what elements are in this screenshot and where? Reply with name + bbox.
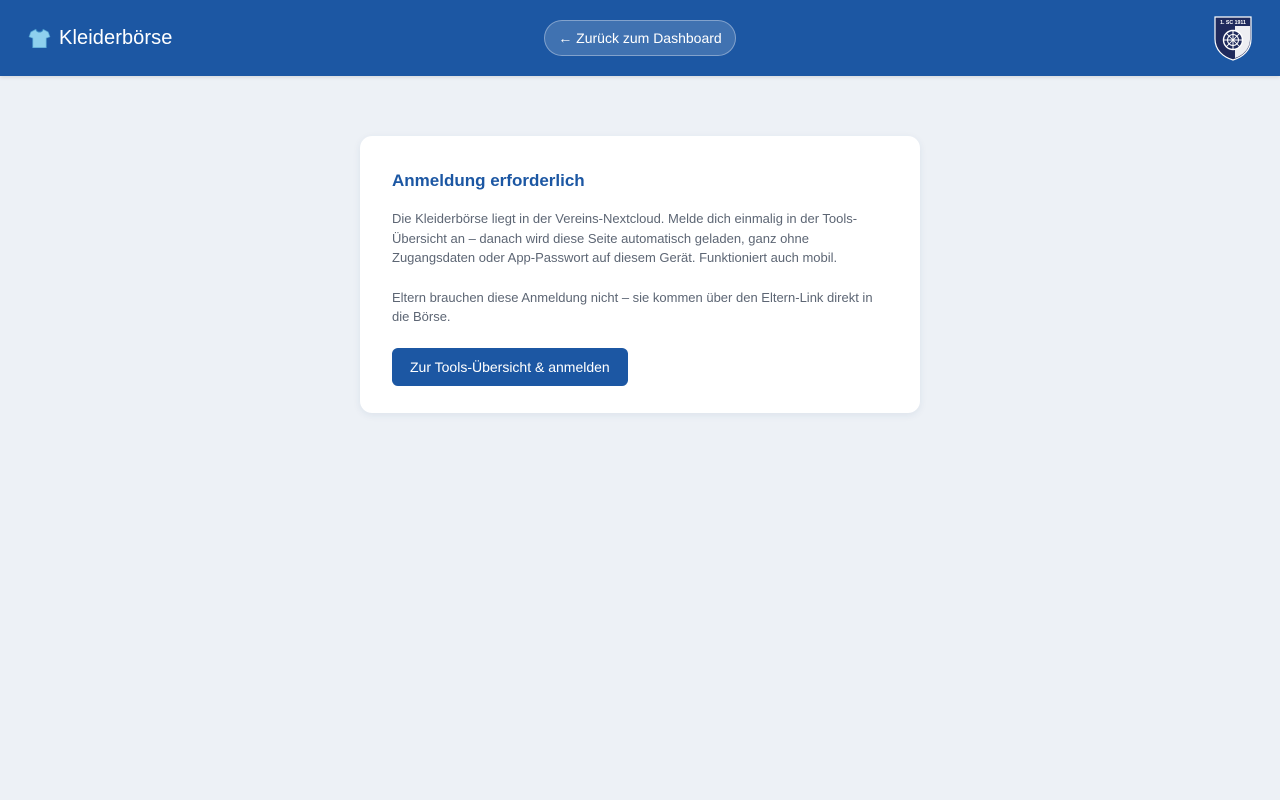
tools-overview-login-button[interactable]: Zur Tools-Übersicht & anmelden [392, 347, 628, 386]
top-bar: Kleiderbörse ← Zurück zum Dashboard 1. S… [0, 0, 1280, 76]
login-explanation-text: Die Kleiderbörse liegt in der Vereins-Ne… [392, 211, 858, 266]
card-title: Anmeldung erforderlich [392, 171, 585, 190]
parents-info-text: Eltern brauchen diese Anmeldung nicht – … [392, 289, 873, 325]
tshirt-icon [28, 28, 51, 48]
club-crest-icon[interactable]: 1. SC 1911 [1213, 15, 1253, 61]
back-to-dashboard-button[interactable]: ← Zurück zum Dashboard [544, 20, 736, 56]
brand[interactable]: Kleiderbörse [28, 0, 173, 76]
login-required-card: Anmeldung erforderlich Die Kleiderbörse … [360, 136, 920, 413]
app-title: Kleiderbörse [59, 26, 173, 49]
crest-text: 1. SC 1911 [1220, 20, 1246, 26]
